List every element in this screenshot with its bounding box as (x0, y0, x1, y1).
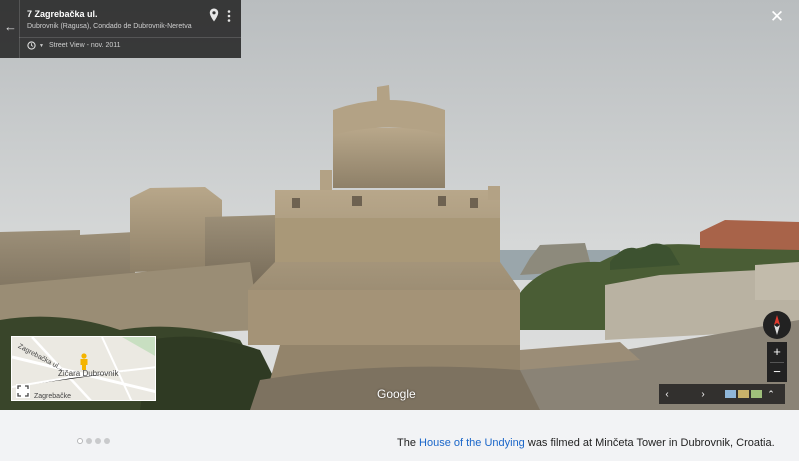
carousel-dot[interactable] (86, 438, 92, 444)
caption-bar (0, 410, 799, 461)
map-pin-icon[interactable] (209, 8, 219, 22)
carousel-dot[interactable] (95, 438, 101, 444)
zoom-divider (770, 362, 784, 363)
caption-text: The House of the Undying was filmed at M… (397, 437, 775, 449)
zoom-controls: + − (767, 342, 787, 382)
photo-thumbnail[interactable] (725, 390, 736, 398)
caption-link[interactable]: House of the Undying (419, 437, 525, 449)
carousel-dot[interactable] (104, 438, 110, 444)
compass-button[interactable] (763, 311, 791, 339)
street-view-screen: ← 7 Zagrebačka ul. Dubrovnik (Ragusa), C… (0, 0, 799, 461)
more-options-icon[interactable] (225, 9, 233, 23)
card-divider (19, 0, 20, 58)
capture-date-label: Street View - nov. 2011 (48, 42, 121, 49)
caption-suffix: was filmed at Minčeta Tower in Dubrovnik… (524, 437, 775, 449)
minimap-street-label-2: Zagrebačke (34, 393, 71, 400)
clock-icon (27, 41, 36, 50)
previous-photo-button[interactable]: ‹ (659, 389, 675, 400)
street-view-history-button[interactable]: ▼ Street View - nov. 2011 (27, 41, 121, 50)
minimap[interactable]: Zagrebačka ul. Žičara Dubrovnik Zagrebač… (11, 336, 156, 401)
address-subtitle: Dubrovnik (Ragusa), Condado de Dubrovnik… (27, 23, 192, 30)
card-divider (19, 37, 241, 38)
address-card: ← 7 Zagrebačka ul. Dubrovnik (Ragusa), C… (0, 0, 241, 58)
photo-thumbnail[interactable] (738, 390, 749, 398)
close-icon[interactable]: ✕ (768, 8, 786, 26)
next-photo-button[interactable]: › (695, 389, 711, 400)
google-logo: Google (377, 387, 416, 401)
minimap-place-label: Žičara Dubrovnik (58, 369, 119, 378)
zoom-out-button[interactable]: − (767, 362, 787, 382)
carousel-dot-active[interactable] (77, 438, 83, 444)
compass-icon (774, 315, 780, 335)
caption-prefix: The (397, 437, 420, 449)
zoom-in-button[interactable]: + (767, 342, 787, 362)
photo-thumbnail[interactable] (751, 390, 762, 398)
caret-down-icon: ▼ (39, 42, 44, 49)
carousel-dots (77, 438, 110, 444)
address-title: 7 Zagrebačka ul. (27, 9, 98, 19)
expand-strip-icon[interactable]: ⌃ (764, 389, 778, 400)
photo-strip: ‹ › ⌃ (659, 384, 785, 404)
back-arrow-icon[interactable]: ← (4, 20, 18, 34)
expand-map-icon[interactable] (16, 384, 30, 398)
